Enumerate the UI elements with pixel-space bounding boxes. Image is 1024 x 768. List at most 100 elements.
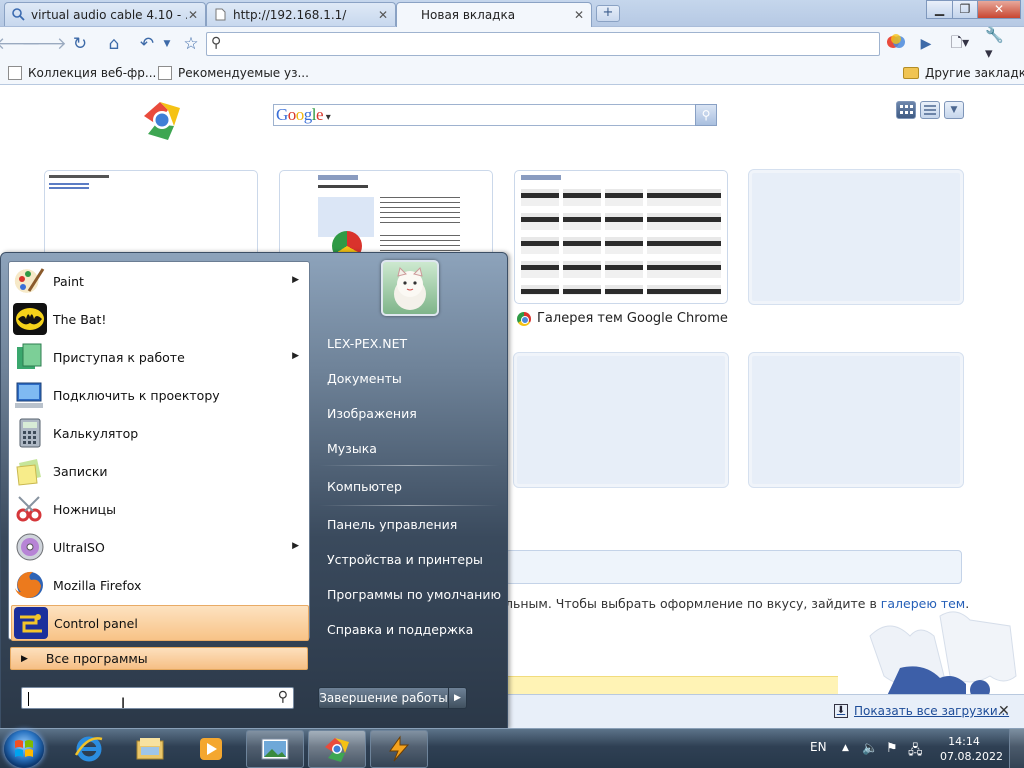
start-link-documents[interactable]: Документы [327,371,402,386]
puzzle-decoration-icon [830,606,1024,698]
language-indicator[interactable]: EN [810,740,827,754]
most-visited-thumbnail[interactable] [514,170,728,304]
bookmark-item[interactable]: Рекомендуемые уз... [158,64,309,82]
page-menu-button[interactable]: 🗋▾ [948,33,972,55]
search-icon: ⚲ [701,108,711,122]
taskbar-internet-explorer[interactable] [60,730,118,768]
settings-menu-button[interactable]: 🔧▾ [985,26,1009,62]
new-tab-button[interactable]: + [596,5,620,22]
taskbar-picture-viewer[interactable] [246,730,304,768]
start-item-sticky-notes[interactable]: Записки [11,453,309,489]
winamp-icon [384,735,414,763]
user-picture[interactable] [381,260,439,316]
show-desktop-button[interactable] [1009,729,1024,768]
tray-expand-button[interactable]: ▲ [842,743,849,753]
start-link-control-panel[interactable]: Панель управления [327,517,457,532]
clock[interactable]: 14:14 07.08.2022 [940,734,1003,764]
home-icon: ⌂ [108,34,120,54]
start-search-input[interactable]: ⚲ [21,687,294,709]
start-link-computer[interactable]: Компьютер [327,479,402,494]
start-item-snipping-tool[interactable]: Ножницы [11,491,309,527]
extension-button[interactable] [884,33,908,55]
tab-new-tab[interactable]: Новая вкладка ✕ [396,2,592,27]
show-all-downloads-link[interactable]: ⬇ Показать все загрузки... [834,704,1009,718]
start-item-calculator[interactable]: Калькулятор [11,415,309,451]
taskbar-winamp[interactable] [370,730,428,768]
tab-title: http://192.168.1.1/ [233,7,347,22]
wrench-icon: 🔧▾ [985,26,1004,62]
volume-icon[interactable]: 🔈 [862,741,878,756]
shutdown-options-button[interactable]: ▶ [448,687,467,709]
start-link-music[interactable]: Музыка [327,441,377,456]
other-bookmarks-label: Другие закладки [925,66,1024,80]
start-item-getting-started[interactable]: Приступая к работе ▶ [11,339,309,375]
bookmark-item[interactable]: Коллекция веб-фр... [8,64,156,82]
options-menu-button[interactable]: ▼ [944,101,964,119]
page-icon [213,8,227,22]
calculator-icon [13,417,47,449]
clock-date: 07.08.2022 [940,750,1003,763]
start-item-projector[interactable]: Подключить к проектору [11,377,309,413]
google-search-box[interactable]: Google ▾ ⚲ [273,104,717,126]
paint-icon [13,265,47,297]
maximize-button[interactable]: ❐ [952,0,978,19]
start-item-firefox[interactable]: Mozilla Firefox [11,567,309,603]
page-menu-icon: 🗋▾ [950,35,970,51]
start-item-control-panel[interactable]: Control panel [11,605,309,641]
thumbnail-view-button[interactable] [896,101,916,119]
chrome-logo-icon [138,96,186,144]
tab-title: Новая вкладка [421,8,516,22]
all-programs-button[interactable]: ▶ Все программы [10,647,308,670]
shutdown-button[interactable]: Завершение работы [318,687,449,709]
tab-virtual-audio-cable[interactable]: virtual audio cable 4.10 - ... ✕ [4,2,206,26]
close-tab-icon[interactable]: ✕ [187,8,199,22]
taskbar-explorer[interactable] [121,730,179,768]
download-icon: ⬇ [834,704,848,718]
forward-button[interactable]: 🡒 [21,33,67,55]
list-icon [924,105,936,115]
minimize-button[interactable]: ▁ [926,0,953,19]
close-download-shelf-icon[interactable]: ✕ [998,703,1010,719]
folder-icon [903,67,919,79]
taskbar-chrome[interactable] [308,730,366,768]
bookmark-label: Коллекция веб-фр... [28,66,157,80]
google-search-button[interactable]: ⚲ [695,104,717,126]
start-button[interactable] [4,730,44,768]
windows-logo-icon [15,740,33,757]
close-window-button[interactable]: ✕ [977,0,1021,19]
start-link-pictures[interactable]: Изображения [327,406,417,421]
play-button[interactable]: ▶ [914,33,938,55]
other-bookmarks[interactable]: Другие закладки [903,64,1024,82]
start-menu: Paint ▶ The Bat! Приступая к работе ▶ По… [0,252,508,729]
flag-icon[interactable]: ⚑ [886,741,898,756]
start-item-label: Калькулятор [53,425,139,441]
reload-button[interactable]: ↻ [68,33,92,55]
internet-explorer-icon [74,735,104,763]
thumbnail-caption[interactable]: Галерея тем Google Chrome [517,311,728,326]
start-link-help[interactable]: Справка и поддержка [327,622,473,637]
close-tab-icon[interactable]: ✕ [377,8,389,22]
start-item-ultraiso[interactable]: UltraISO ▶ [11,529,309,565]
getting-started-icon [13,341,47,373]
omnibox[interactable]: ⚲ [206,32,880,56]
network-icon[interactable]: 🖧 [908,741,923,763]
search-icon: ⚲ [211,35,222,51]
start-link-user[interactable]: LEX-PEX.NET [327,336,407,351]
start-item-paint[interactable]: Paint ▶ [11,263,309,299]
taskbar-media-player[interactable] [182,730,240,768]
chevron-down-icon: ▼ [163,39,171,49]
start-item-the-bat[interactable]: The Bat! [11,301,309,337]
sticky-notes-icon [13,455,47,487]
start-link-default-programs[interactable]: Программы по умолчанию [327,587,501,602]
undo-menu-button[interactable]: ▼ [155,33,179,55]
home-button[interactable]: ⌂ [102,33,126,55]
bookmark-star-button[interactable]: ☆ [179,33,203,55]
start-link-devices[interactable]: Устройства и принтеры [327,552,483,567]
close-tab-icon[interactable]: ✕ [573,8,585,22]
grid-icon [900,105,913,114]
list-view-button[interactable] [920,101,940,119]
empty-thumbnail-slot [748,169,964,305]
start-item-label: Control panel [54,615,138,631]
explorer-icon [135,735,165,763]
tab-router[interactable]: http://192.168.1.1/ ✕ [206,2,396,26]
